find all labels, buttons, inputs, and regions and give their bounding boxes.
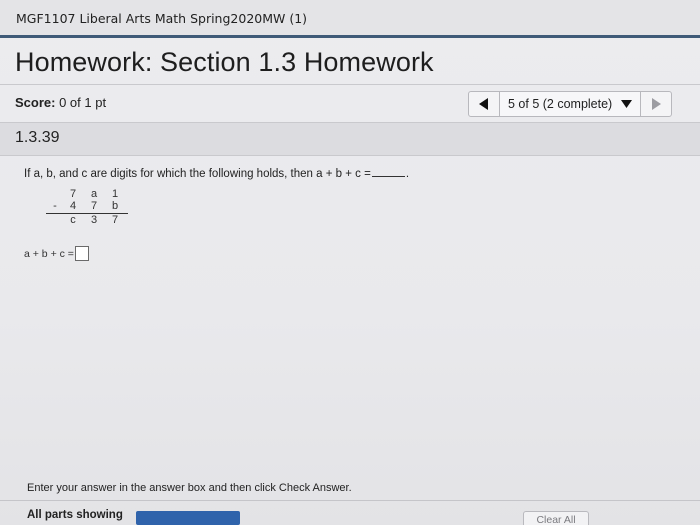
homework-page: MGF1107 Liberal Arts Math Spring2020MW (… xyxy=(0,0,700,525)
subtraction-problem: 7 a 1 - 4 7 b c 3 7 xyxy=(40,188,136,226)
digit: c xyxy=(70,214,76,226)
previous-question-button[interactable] xyxy=(468,91,500,117)
digit: b xyxy=(111,200,119,212)
digit: 4 xyxy=(69,200,77,212)
course-header: MGF1107 Liberal Arts Math Spring2020MW (… xyxy=(0,0,700,38)
question-navigation: 5 of 5 (2 complete) xyxy=(468,91,672,117)
homework-header: Homework: Section 1.3 Homework xyxy=(0,41,700,85)
digit: 3 xyxy=(90,214,98,226)
next-question-button[interactable] xyxy=(640,91,672,117)
question-prompt-end: . xyxy=(405,168,410,180)
triangle-left-icon xyxy=(479,98,488,110)
digit: 7 xyxy=(111,214,119,226)
course-title: MGF1107 Liberal Arts Math Spring2020MW (… xyxy=(16,11,308,26)
score-label: Score: xyxy=(15,95,56,110)
score-value: 0 of 1 pt xyxy=(59,95,107,110)
question-selector[interactable]: 5 of 5 (2 complete) xyxy=(500,91,640,117)
minus-sign: - xyxy=(53,200,57,212)
digit: 7 xyxy=(90,200,98,212)
parts-progress-bar xyxy=(136,511,240,525)
homework-title: Homework: Section 1.3 Homework xyxy=(15,47,434,77)
question-id-bar: 1.3.39 xyxy=(0,122,700,156)
instructions: Enter your answer in the answer box and … xyxy=(27,482,352,494)
answer-input[interactable] xyxy=(74,246,89,261)
answer-line: a + b + c = xyxy=(24,246,89,261)
digit: 1 xyxy=(111,188,119,200)
question-id: 1.3.39 xyxy=(15,129,60,146)
answer-label: a + b + c = xyxy=(24,247,74,260)
answer-blank xyxy=(371,166,405,177)
caret-down-icon xyxy=(621,100,632,108)
digit: 7 xyxy=(69,188,77,200)
arith-row-1: 7 a 1 xyxy=(40,188,136,200)
score-text: Score: 0 of 1 pt xyxy=(15,95,106,110)
footer: All parts showing Clear All xyxy=(0,501,700,525)
parts-showing-label: All parts showing xyxy=(27,509,123,521)
arith-row-2: - 4 7 b xyxy=(40,200,136,212)
score-row: Score: 0 of 1 pt 5 of 5 (2 complete) xyxy=(0,86,700,122)
triangle-right-icon xyxy=(652,98,661,110)
question-prompt-text: If a, b, and c are digits for which the … xyxy=(24,168,371,180)
digit: a xyxy=(90,188,98,200)
clear-all-button[interactable]: Clear All xyxy=(523,511,589,525)
question-selector-label: 5 of 5 (2 complete) xyxy=(508,97,613,111)
question-prompt: If a, b, and c are digits for which the … xyxy=(24,166,409,180)
arith-row-3: c 3 7 xyxy=(40,214,136,226)
question-area: If a, b, and c are digits for which the … xyxy=(0,160,700,470)
